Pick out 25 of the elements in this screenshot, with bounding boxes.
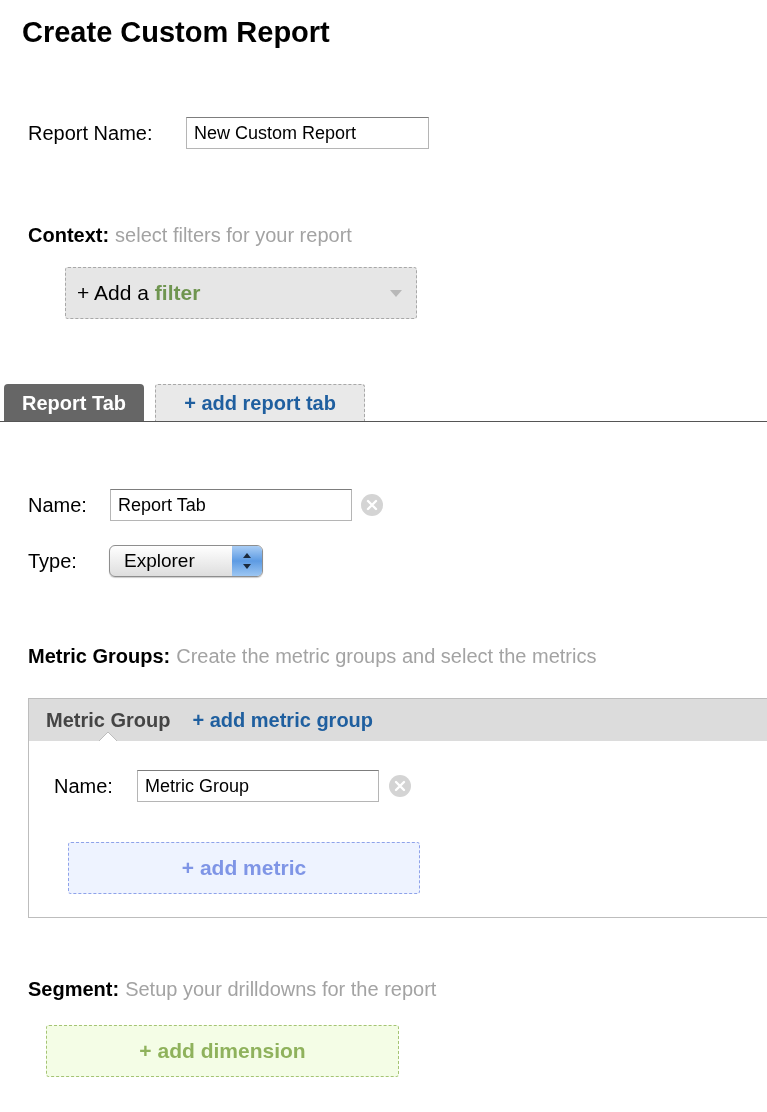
type-select[interactable]: Explorer: [109, 545, 263, 577]
type-label: Type:: [28, 549, 78, 573]
metric-groups-label: Metric Groups:: [28, 644, 171, 668]
filter-dropdown[interactable]: + Add a filter: [65, 267, 417, 319]
add-tab-button[interactable]: + add report tab: [155, 384, 366, 421]
report-tab[interactable]: Report Tab: [4, 384, 145, 421]
clear-icon[interactable]: [389, 775, 411, 797]
metric-groups-hint: Create the metric groups and select the metrics: [176, 644, 597, 668]
report-name-input[interactable]: New Custom Report: [186, 117, 429, 149]
add-metric-group-link[interactable]: + add metric group: [192, 699, 374, 741]
context-label: Context:: [28, 223, 110, 247]
clear-icon[interactable]: [361, 494, 383, 516]
group-name-label: Name:: [54, 774, 114, 798]
page-title: Create Custom Report: [22, 15, 330, 50]
metric-group-tab[interactable]: Metric Group: [46, 699, 171, 741]
segment-hint: Setup your drilldowns for the report: [125, 977, 437, 1001]
tab-name-label: Name:: [28, 493, 88, 517]
tab-name-input[interactable]: Report Tab: [110, 489, 352, 521]
stepper-icon: [232, 546, 262, 576]
context-hint: select filters for your report: [115, 223, 352, 247]
segment-label: Segment:: [28, 977, 120, 1001]
group-name-input[interactable]: Metric Group: [137, 770, 379, 802]
report-name-label: Report Name:: [28, 121, 154, 145]
pointer-notch-icon: [99, 732, 118, 741]
caret-icon: [390, 289, 402, 297]
